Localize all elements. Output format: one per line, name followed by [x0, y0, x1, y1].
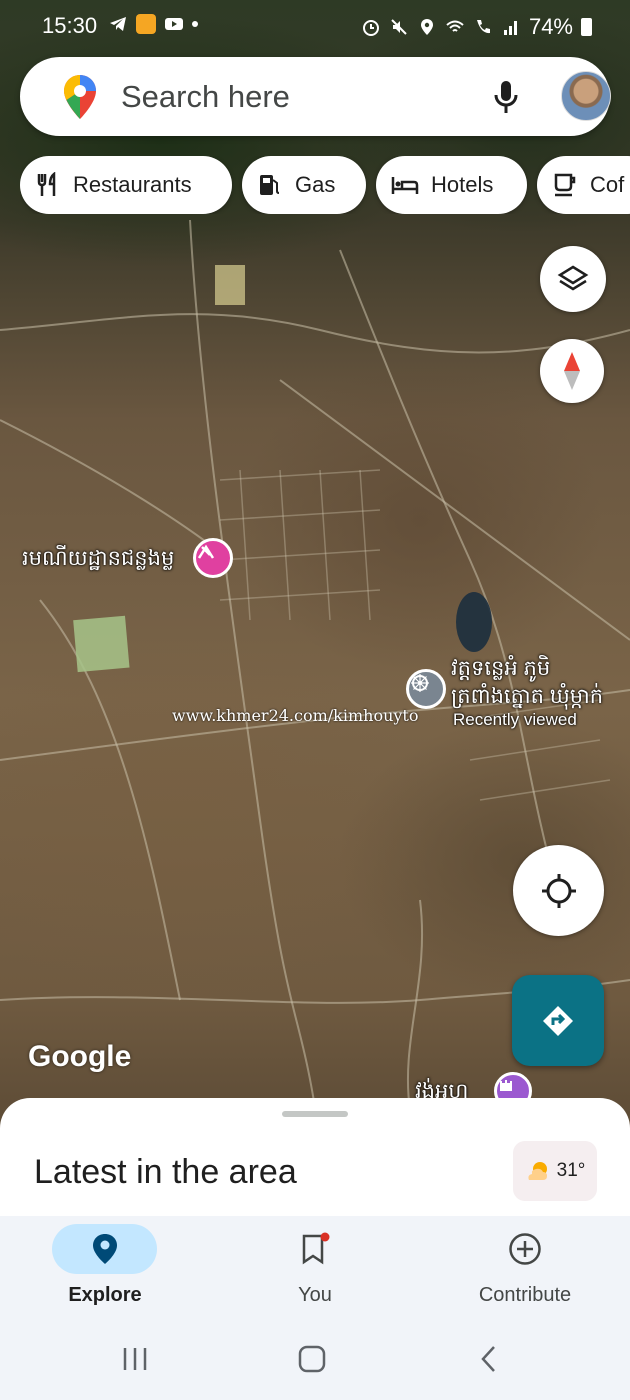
- weather-icon: [528, 1162, 547, 1180]
- system-navigation-bar: [0, 1326, 630, 1400]
- battery-icon: [581, 18, 592, 36]
- search-bar[interactable]: Search here: [20, 57, 611, 136]
- back-icon[interactable]: [474, 1344, 504, 1374]
- chip-hotels[interactable]: Hotels: [376, 156, 527, 214]
- weather-chip[interactable]: 31°: [513, 1141, 597, 1201]
- chip-label: Gas: [295, 172, 336, 197]
- microphone-icon[interactable]: [492, 79, 520, 115]
- nav-explore[interactable]: Explore: [0, 1216, 210, 1326]
- weather-temp: 31°: [556, 1160, 586, 1181]
- app-notification-icon: [136, 14, 156, 34]
- chip-label: Hotels: [431, 172, 494, 197]
- poi-temple-icon[interactable]: [406, 669, 446, 709]
- status-time: 15:30: [42, 13, 98, 38]
- bottom-sheet[interactable]: Latest in the area 31°: [0, 1098, 630, 1228]
- google-maps-logo-icon: [64, 75, 96, 119]
- location-icon: [420, 19, 433, 35]
- nav-contribute[interactable]: Contribute: [420, 1216, 630, 1326]
- crosshair-icon: [541, 873, 576, 908]
- status-bar: 15:30 74%: [0, 0, 630, 52]
- layers-button[interactable]: [540, 246, 606, 312]
- telegram-icon: [110, 17, 126, 31]
- chip-label: Cof: [590, 172, 625, 197]
- recent-apps-icon[interactable]: [120, 1344, 150, 1374]
- directions-button[interactable]: [512, 975, 604, 1066]
- fork-knife-icon: [37, 172, 56, 196]
- signal-icon: [503, 21, 517, 35]
- watermark-text: www.khmer24.com/kimhouyto: [172, 706, 419, 725]
- nav-explore-label: Explore: [68, 1284, 142, 1306]
- nav-explore-icon-wrap: [52, 1224, 157, 1274]
- bookmark-icon: [302, 1232, 329, 1265]
- layers-icon: [557, 265, 589, 291]
- map-label-resort[interactable]: រមណីយដ្ឋានជន្លងម្ល: [22, 545, 174, 576]
- recently-viewed-label: Recently viewed: [453, 710, 577, 729]
- my-location-button[interactable]: [513, 845, 604, 936]
- add-circle-icon: [508, 1233, 541, 1265]
- nav-contribute-label: Contribute: [478, 1284, 572, 1306]
- sheet-drag-handle[interactable]: [282, 1111, 348, 1117]
- sheet-title: Latest in the area: [34, 1153, 297, 1191]
- chip-label: Restaurants: [73, 172, 192, 197]
- dot-icon: [192, 21, 198, 27]
- google-logo: Google: [28, 1040, 132, 1073]
- compass-icon: [564, 352, 580, 390]
- wifi-call-icon: [476, 20, 490, 34]
- wifi-icon: [446, 20, 464, 32]
- map-label-temple-line1[interactable]: វត្តទន្លេអំ ភូមិ: [451, 655, 550, 686]
- mute-icon: [391, 19, 407, 35]
- chip-restaurants[interactable]: Restaurants: [20, 156, 232, 214]
- nav-contribute-icon-wrap: [472, 1224, 577, 1274]
- nav-you[interactable]: You: [210, 1216, 420, 1326]
- bed-icon: [391, 177, 419, 194]
- directions-icon: [543, 1005, 573, 1036]
- coffee-cup-icon: [554, 173, 576, 197]
- chip-gas[interactable]: Gas: [242, 156, 366, 214]
- bottom-navigation: Explore You Contribute: [0, 1216, 630, 1326]
- alarm-icon: [362, 20, 379, 36]
- nav-you-label: You: [298, 1284, 332, 1306]
- poi-resort-icon[interactable]: [193, 538, 233, 578]
- compass-button[interactable]: [540, 339, 604, 403]
- gas-pump-icon: [260, 175, 280, 195]
- chip-coffee[interactable]: Cof: [537, 156, 630, 214]
- battery-percent: 74%: [528, 14, 573, 39]
- account-avatar[interactable]: [561, 71, 611, 121]
- search-input[interactable]: Search here: [121, 79, 290, 115]
- location-pin-icon: [92, 1234, 117, 1264]
- nav-you-icon-wrap: [262, 1224, 367, 1274]
- home-icon[interactable]: [297, 1344, 327, 1374]
- youtube-icon: [165, 18, 183, 30]
- category-chips: Restaurants Gas Hotels Cof: [20, 156, 630, 214]
